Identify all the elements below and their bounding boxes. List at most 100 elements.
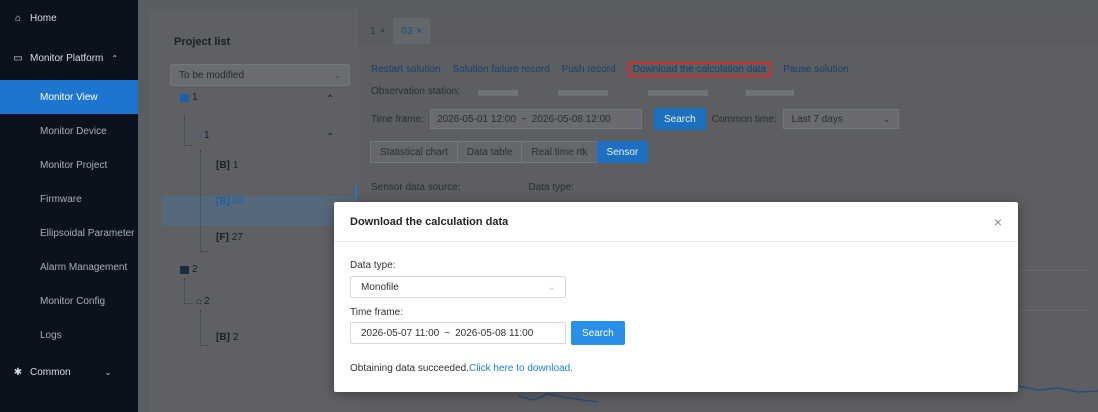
tree-connector — [200, 310, 210, 346]
restart-solution-link[interactable]: Restart solution — [371, 64, 440, 77]
sidebar-item-firmware[interactable]: Firmware — [0, 182, 138, 216]
push-record-link[interactable]: Push record — [562, 64, 616, 77]
sidebar-item-logs[interactable]: Logs — [0, 318, 138, 352]
tree-node-tag: [F] — [216, 232, 229, 243]
common-time-select[interactable]: Last 7 days ⌄ — [782, 109, 899, 129]
search-button[interactable]: Search — [653, 108, 706, 130]
tree-node-label: 2 — [192, 264, 198, 275]
tree-connector — [184, 278, 194, 304]
status-text: Obtaining data succeeded. — [350, 363, 469, 374]
chevron-up-icon: ⌃ — [111, 53, 119, 63]
close-icon[interactable]: × — [380, 26, 386, 37]
modal-search-button[interactable]: Search — [571, 321, 625, 345]
segment-statistical-chart[interactable]: Statistical chart — [370, 141, 458, 163]
range-separator: ~ — [520, 113, 527, 125]
range-separator: ~ — [444, 327, 451, 339]
tree-node-project-1[interactable]: 1 — [180, 92, 198, 103]
sidebar-item-monitor-config[interactable]: Monitor Config — [0, 284, 138, 318]
timeframe-range-input[interactable]: 2026-05-01 12:00 ~ 2026-05-08 12:00 — [429, 109, 642, 129]
tree-node-tag: [B] — [216, 332, 230, 343]
solution-failure-record-link[interactable]: Solution failure record — [452, 64, 549, 77]
chevron-down-icon: ⌄ — [882, 114, 890, 124]
tree-node-project-2[interactable]: 2 — [180, 264, 198, 275]
tab-label: 03 — [401, 25, 413, 37]
sidebar-item-monitor-project[interactable]: Monitor Project — [0, 148, 138, 182]
redacted-value — [648, 90, 708, 96]
common-time-label: Common time: — [711, 113, 777, 125]
range-start: 2026-05-07 11:00 — [361, 327, 440, 339]
select-value: Last 7 days — [791, 113, 843, 125]
action-links: Restart solution Solution failure record… — [371, 62, 849, 77]
sidebar-item-label: Monitor Device — [40, 125, 107, 137]
download-calculation-data-link[interactable]: Download the calculation data — [627, 62, 772, 77]
sidebar-item-label: Home — [30, 12, 57, 24]
building-icon: ⌂ — [196, 296, 203, 307]
sidebar-item-alarm-management[interactable]: Alarm Management — [0, 250, 138, 284]
home-icon: ⌂ — [14, 12, 22, 24]
range-end: 2026-05-08 12:00 — [531, 113, 611, 125]
tree-connector — [200, 150, 210, 252]
panel-title: Project list — [174, 36, 231, 48]
download-link[interactable]: Click here to download. — [469, 363, 573, 374]
project-list-panel: Project list To be modified ⌄ 1 ⌃ ⌂ 1 ⌃ … — [150, 10, 358, 412]
chart-line-fragment — [1018, 385, 1098, 393]
sensor-source-label: Sensor data source: — [371, 182, 461, 193]
sidebar-group-label: Monitor Platform — [30, 52, 104, 64]
sidebar-item-monitor-view[interactable]: Monitor View — [0, 80, 138, 114]
chevron-down-icon: ⌄ — [104, 367, 112, 377]
tab-bar: 1 × 03 × — [358, 10, 1098, 44]
tree-node-group-1[interactable]: ⌂ 1 — [196, 130, 210, 141]
tab-label: 1 — [370, 25, 376, 37]
tree-node-label: 03 — [232, 196, 245, 207]
sidebar-item-home[interactable]: ⌂ Home — [0, 0, 138, 36]
tab-03[interactable]: 03 × — [393, 18, 431, 44]
segment-real-time-rtk[interactable]: Real time rtk — [521, 141, 598, 163]
data-type-label: Data type: — [528, 182, 575, 193]
chart-line-fragment — [518, 393, 598, 403]
chevron-down-icon: ⌄ — [547, 281, 555, 292]
sidebar-item-label: Monitor Project — [40, 159, 108, 171]
tree-node-label: 2 — [204, 296, 210, 307]
select-value: Monofile — [361, 281, 399, 293]
range-start: 2026-05-01 12:00 — [436, 113, 516, 125]
data-type-label: Data type: — [350, 260, 396, 271]
select-value: To be modified — [179, 69, 245, 81]
close-icon[interactable]: × — [417, 26, 423, 37]
tree-node-station-f27[interactable]: [F] 27 — [216, 232, 243, 243]
folder-icon — [180, 93, 189, 102]
sidebar-item-label: Ellipsoidal Parameter — [40, 227, 135, 239]
project-filter-select[interactable]: To be modified ⌄ — [170, 64, 350, 86]
tree-node-station-b1[interactable]: [B] 1 — [216, 160, 238, 171]
tree-node-station-b03[interactable]: [B] 03 — [216, 196, 244, 207]
download-data-modal: Download the calculation data × Data typ… — [334, 202, 1018, 392]
close-icon[interactable]: × — [994, 214, 1002, 230]
chevron-up-icon[interactable]: ⌃ — [326, 94, 334, 105]
data-type-select[interactable]: Monofile ⌄ — [350, 276, 566, 298]
segment-sensor[interactable]: Sensor — [596, 141, 649, 163]
tab-1[interactable]: 1 × — [362, 18, 393, 44]
segment-data-table[interactable]: Data table — [456, 141, 523, 163]
chevron-up-icon[interactable]: ⌃ — [326, 132, 334, 143]
tree-node-label: 2 — [232, 332, 239, 343]
redacted-value — [746, 90, 794, 96]
sidebar-group-common[interactable]: ✱ Common ⌄ — [0, 352, 138, 392]
pause-solution-link[interactable]: Pause solution — [783, 64, 849, 77]
sidebar-item-label: Monitor Config — [40, 295, 106, 307]
frame-gap — [138, 0, 150, 412]
sidebar-group-label: Common — [30, 366, 71, 378]
time-frame-label: Time frame: — [350, 307, 403, 318]
sidebar-item-ellipsoidal-parameter[interactable]: Ellipsoidal Parameter — [0, 216, 138, 250]
view-segment-control: Statistical chart Data table Real time r… — [370, 141, 649, 163]
sidebar-item-label: Logs — [40, 329, 62, 341]
time-frame-range-input[interactable]: 2026-05-07 11:00 ~ 2026-05-08 11:00 — [350, 322, 566, 344]
tree-node-station-b2[interactable]: [B] 2 — [216, 332, 238, 343]
sensor-row: Sensor data source: Data type: — [371, 182, 574, 193]
folder-icon — [180, 265, 189, 274]
tree-node-group-2[interactable]: ⌂ 2 — [196, 296, 210, 307]
status-message: Obtaining data succeeded.Click here to d… — [350, 363, 573, 374]
building-icon: ⌂ — [196, 130, 203, 141]
sidebar-group-monitor-platform[interactable]: ▭ Monitor Platform ⌃ — [0, 36, 138, 80]
sidebar-item-monitor-device[interactable]: Monitor Device — [0, 114, 138, 148]
tree-node-label: 1 — [192, 92, 198, 103]
sidebar-item-label: Firmware — [40, 193, 82, 205]
